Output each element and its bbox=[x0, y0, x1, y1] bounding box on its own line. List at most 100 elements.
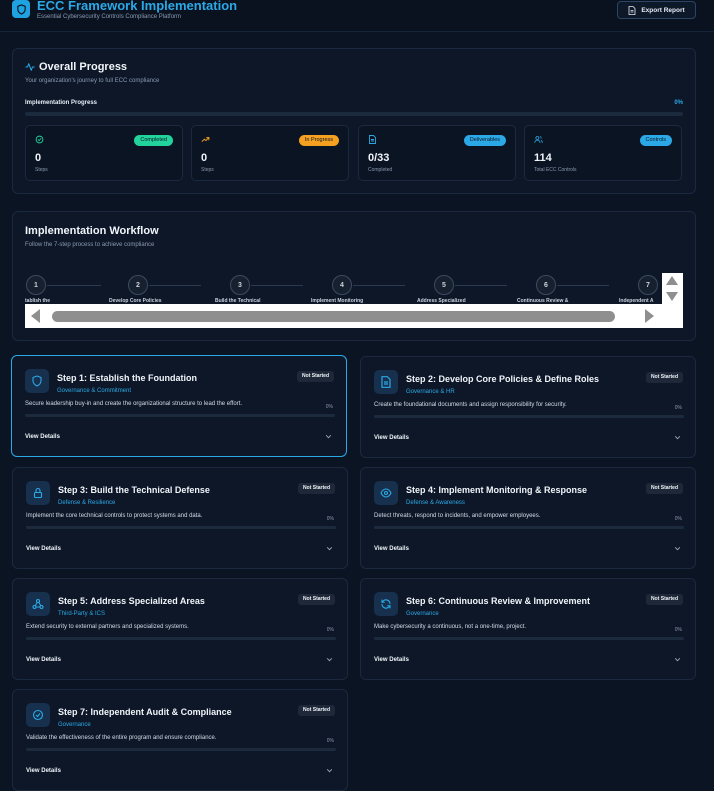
workflow-node-1[interactable]: 1 bbox=[26, 275, 46, 295]
status-badge: Not Started bbox=[297, 371, 334, 382]
step-category: Third-Party & ICS bbox=[58, 611, 106, 617]
step-card-7[interactable]: Step 7: Independent Audit & Compliance G… bbox=[12, 689, 348, 791]
workflow-node-7[interactable]: 7 bbox=[638, 275, 658, 295]
workflow-node-2[interactable]: 2 bbox=[128, 275, 148, 295]
refresh-icon bbox=[374, 592, 398, 616]
status-badge: Completed bbox=[134, 135, 173, 146]
step-category: Governance & HR bbox=[406, 389, 455, 395]
app-title: ECC Framework Implementation bbox=[37, 0, 238, 13]
step-description: Validate the effectiveness of the entire… bbox=[26, 735, 217, 741]
step-title: Step 6: Continuous Review & Improvement bbox=[406, 596, 591, 606]
export-report-label: Export Report bbox=[641, 6, 685, 14]
workflow-stepper: 1 2 3 4 5 6 7 tablish the Develop Core P… bbox=[25, 273, 683, 304]
view-details-link[interactable]: View Details bbox=[25, 434, 60, 440]
shield-icon bbox=[25, 369, 49, 393]
export-report-button[interactable]: Export Report bbox=[617, 1, 696, 19]
check-circle-icon bbox=[35, 135, 45, 145]
document-icon bbox=[628, 5, 636, 15]
step-percent: 0% bbox=[326, 738, 334, 744]
lock-icon bbox=[26, 481, 50, 505]
step-progress-bar bbox=[26, 748, 336, 751]
chevron-down-icon[interactable] bbox=[674, 545, 682, 553]
workflow-node-4[interactable]: 4 bbox=[332, 275, 352, 295]
users-icon bbox=[534, 135, 544, 145]
step-progress-bar bbox=[26, 526, 336, 529]
step-percent: 0% bbox=[326, 627, 334, 633]
step-card-5[interactable]: Step 5: Address Specialized Areas Third-… bbox=[12, 578, 348, 680]
workflow-node-5[interactable]: 5 bbox=[434, 275, 454, 295]
scroll-left-icon[interactable] bbox=[31, 309, 40, 323]
stat-label: Steps bbox=[201, 167, 214, 173]
connector-line bbox=[557, 285, 609, 286]
stat-value: 0 bbox=[201, 152, 208, 164]
step-title: Step 7: Independent Audit & Compliance bbox=[58, 707, 232, 717]
stat-label: Steps bbox=[35, 167, 48, 173]
step-progress-bar bbox=[25, 414, 335, 417]
step-category: Defense & Awareness bbox=[406, 500, 465, 506]
step-description: Secure leadership buy-in and create the … bbox=[25, 401, 243, 407]
step-description: Make cybersecurity a continuous, not a o… bbox=[374, 624, 527, 630]
status-badge: Controls bbox=[639, 135, 672, 146]
vertical-scrollbar[interactable] bbox=[662, 273, 683, 304]
stat-card-controls: Controls 114 Total ECC Controls bbox=[524, 125, 682, 181]
view-details-link[interactable]: View Details bbox=[374, 435, 409, 441]
trending-up-icon bbox=[201, 135, 211, 145]
stat-label: Total ECC Controls bbox=[534, 167, 577, 173]
overall-progress-title: Overall Progress bbox=[39, 61, 128, 73]
connector-line bbox=[47, 285, 101, 286]
step-card-6[interactable]: Step 6: Continuous Review & Improvement … bbox=[360, 578, 696, 680]
chevron-down-icon[interactable] bbox=[326, 656, 334, 664]
chevron-down-icon[interactable] bbox=[326, 767, 334, 775]
implementation-progress-percent: 0% bbox=[674, 100, 683, 106]
check-badge-icon bbox=[26, 703, 50, 727]
stat-label: Completed bbox=[368, 167, 393, 173]
step-title: Step 4: Implement Monitoring & Response bbox=[406, 485, 588, 495]
workflow-subtitle: Follow the 7-step process to achieve com… bbox=[25, 242, 155, 248]
step-category: Governance bbox=[58, 722, 91, 728]
scrollbar-thumb[interactable] bbox=[52, 311, 615, 322]
step-description: Create the foundational documents and as… bbox=[374, 402, 567, 408]
document-icon bbox=[374, 370, 398, 394]
shield-icon bbox=[12, 0, 30, 18]
step-title: Step 1: Establish the Foundation bbox=[57, 373, 198, 383]
view-details-link[interactable]: View Details bbox=[26, 657, 61, 663]
horizontal-scrollbar[interactable] bbox=[25, 304, 683, 328]
step-description: Implement the core technical controls to… bbox=[26, 513, 203, 519]
step-category: Defense & Resilience bbox=[58, 500, 116, 506]
connector-line bbox=[353, 285, 405, 286]
step-card-1[interactable]: Step 1: Establish the Foundation Governa… bbox=[11, 355, 347, 457]
scroll-right-icon[interactable] bbox=[645, 309, 654, 323]
step-card-4[interactable]: Step 4: Implement Monitoring & Response … bbox=[360, 467, 696, 569]
step-progress-bar bbox=[374, 637, 684, 640]
view-details-link[interactable]: View Details bbox=[26, 546, 61, 552]
stat-value: 0 bbox=[35, 152, 42, 164]
scroll-up-icon[interactable] bbox=[666, 276, 678, 285]
stat-card-completed: Completed 0 Steps bbox=[25, 125, 183, 181]
step-title: Step 5: Address Specialized Areas bbox=[58, 596, 205, 606]
chevron-down-icon[interactable] bbox=[325, 433, 333, 441]
view-details-link[interactable]: View Details bbox=[374, 657, 409, 663]
connector-line bbox=[149, 285, 201, 286]
app-subtitle: Essential Cybersecurity Controls Complia… bbox=[37, 14, 182, 20]
status-badge: Not Started bbox=[646, 372, 683, 383]
step-description: Detect threats, respond to incidents, an… bbox=[374, 513, 541, 519]
chevron-down-icon[interactable] bbox=[674, 656, 682, 664]
workflow-node-3[interactable]: 3 bbox=[230, 275, 250, 295]
status-badge: Not Started bbox=[646, 483, 683, 494]
chevron-down-icon[interactable] bbox=[674, 434, 682, 442]
app-header: ECC Framework Implementation Essential C… bbox=[0, 0, 714, 32]
network-icon bbox=[26, 592, 50, 616]
status-badge: Not Started bbox=[298, 594, 335, 605]
stat-value: 114 bbox=[534, 152, 552, 164]
chevron-down-icon[interactable] bbox=[326, 545, 334, 553]
step-card-3[interactable]: Step 3: Build the Technical Defense Defe… bbox=[12, 467, 348, 569]
file-icon bbox=[368, 135, 378, 145]
workflow-node-6[interactable]: 6 bbox=[536, 275, 556, 295]
scroll-down-icon[interactable] bbox=[666, 292, 678, 301]
implementation-progress-label: Implementation Progress bbox=[25, 100, 98, 106]
step-category: Governance bbox=[406, 611, 439, 617]
view-details-link[interactable]: View Details bbox=[374, 546, 409, 552]
view-details-link[interactable]: View Details bbox=[26, 768, 61, 774]
step-card-2[interactable]: Step 2: Develop Core Policies & Define R… bbox=[360, 356, 696, 458]
step-progress-bar bbox=[374, 526, 684, 529]
